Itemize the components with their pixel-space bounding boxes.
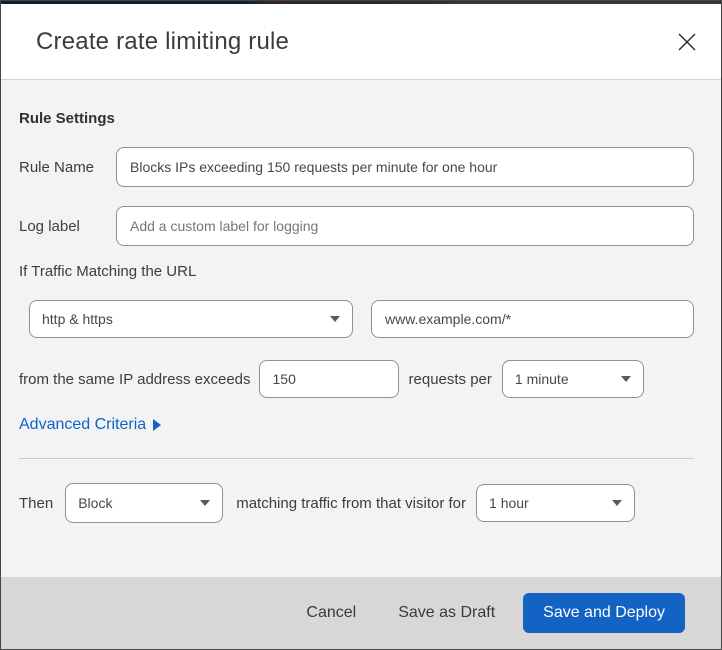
scheme-select[interactable]: http & https <box>29 300 353 338</box>
triangle-right-icon <box>153 419 162 431</box>
action-select[interactable]: Block <box>65 483 224 523</box>
duration-select[interactable]: 1 hour <box>476 484 636 522</box>
advanced-criteria-label: Advanced Criteria <box>19 416 147 433</box>
rule-settings-heading: Rule Settings <box>19 110 115 127</box>
section-divider <box>19 458 694 459</box>
then-label: Then <box>19 494 54 512</box>
create-rate-limiting-rule-dialog: Create rate limiting rule Rule Settings … <box>0 0 722 650</box>
close-icon[interactable] <box>673 28 701 56</box>
action-row: Then Block matching traffic from that vi… <box>19 483 694 523</box>
scheme-select-value: http & https <box>42 311 113 327</box>
save-and-deploy-button[interactable]: Save and Deploy <box>523 593 685 633</box>
period-select-value: 1 minute <box>514 371 569 387</box>
threshold-row: from the same IP address exceeds request… <box>19 360 694 398</box>
modal-footer: Cancel Save as Draft Save and Deploy <box>1 577 721 649</box>
duration-select-value: 1 hour <box>489 495 529 511</box>
advanced-criteria-link[interactable]: Advanced Criteria <box>19 416 162 434</box>
modal-header: Create rate limiting rule <box>1 4 721 80</box>
log-label-input[interactable] <box>116 206 694 246</box>
threshold-suffix-text: requests per <box>408 370 492 388</box>
rule-name-row: Rule Name <box>19 147 694 187</box>
period-select[interactable]: 1 minute <box>501 360 644 398</box>
threshold-prefix-text: from the same IP address exceeds <box>19 370 251 388</box>
action-middle-text: matching traffic from that visitor for <box>236 494 467 512</box>
chevron-down-icon <box>612 500 623 506</box>
log-label-label: Log label <box>19 217 80 235</box>
rule-name-label: Rule Name <box>19 158 95 176</box>
threshold-input[interactable] <box>258 360 399 398</box>
url-pattern-input[interactable] <box>371 300 694 338</box>
close-x-glyph <box>678 33 696 50</box>
traffic-match-intro-text: If Traffic Matching the URL <box>19 263 197 280</box>
page-title: Create rate limiting rule <box>36 27 290 55</box>
log-label-row: Log label <box>19 206 694 246</box>
save-as-draft-button[interactable]: Save as Draft <box>398 604 495 622</box>
rule-name-input[interactable] <box>116 147 694 187</box>
cancel-button[interactable]: Cancel <box>306 604 356 622</box>
chevron-down-icon <box>200 500 211 506</box>
url-match-row: http & https <box>19 300 694 338</box>
chevron-down-icon <box>330 316 340 322</box>
chevron-down-icon <box>620 376 631 382</box>
action-select-value: Block <box>78 495 113 511</box>
modal-body: Rule Settings Rule Name Log label If Tra… <box>1 80 721 577</box>
